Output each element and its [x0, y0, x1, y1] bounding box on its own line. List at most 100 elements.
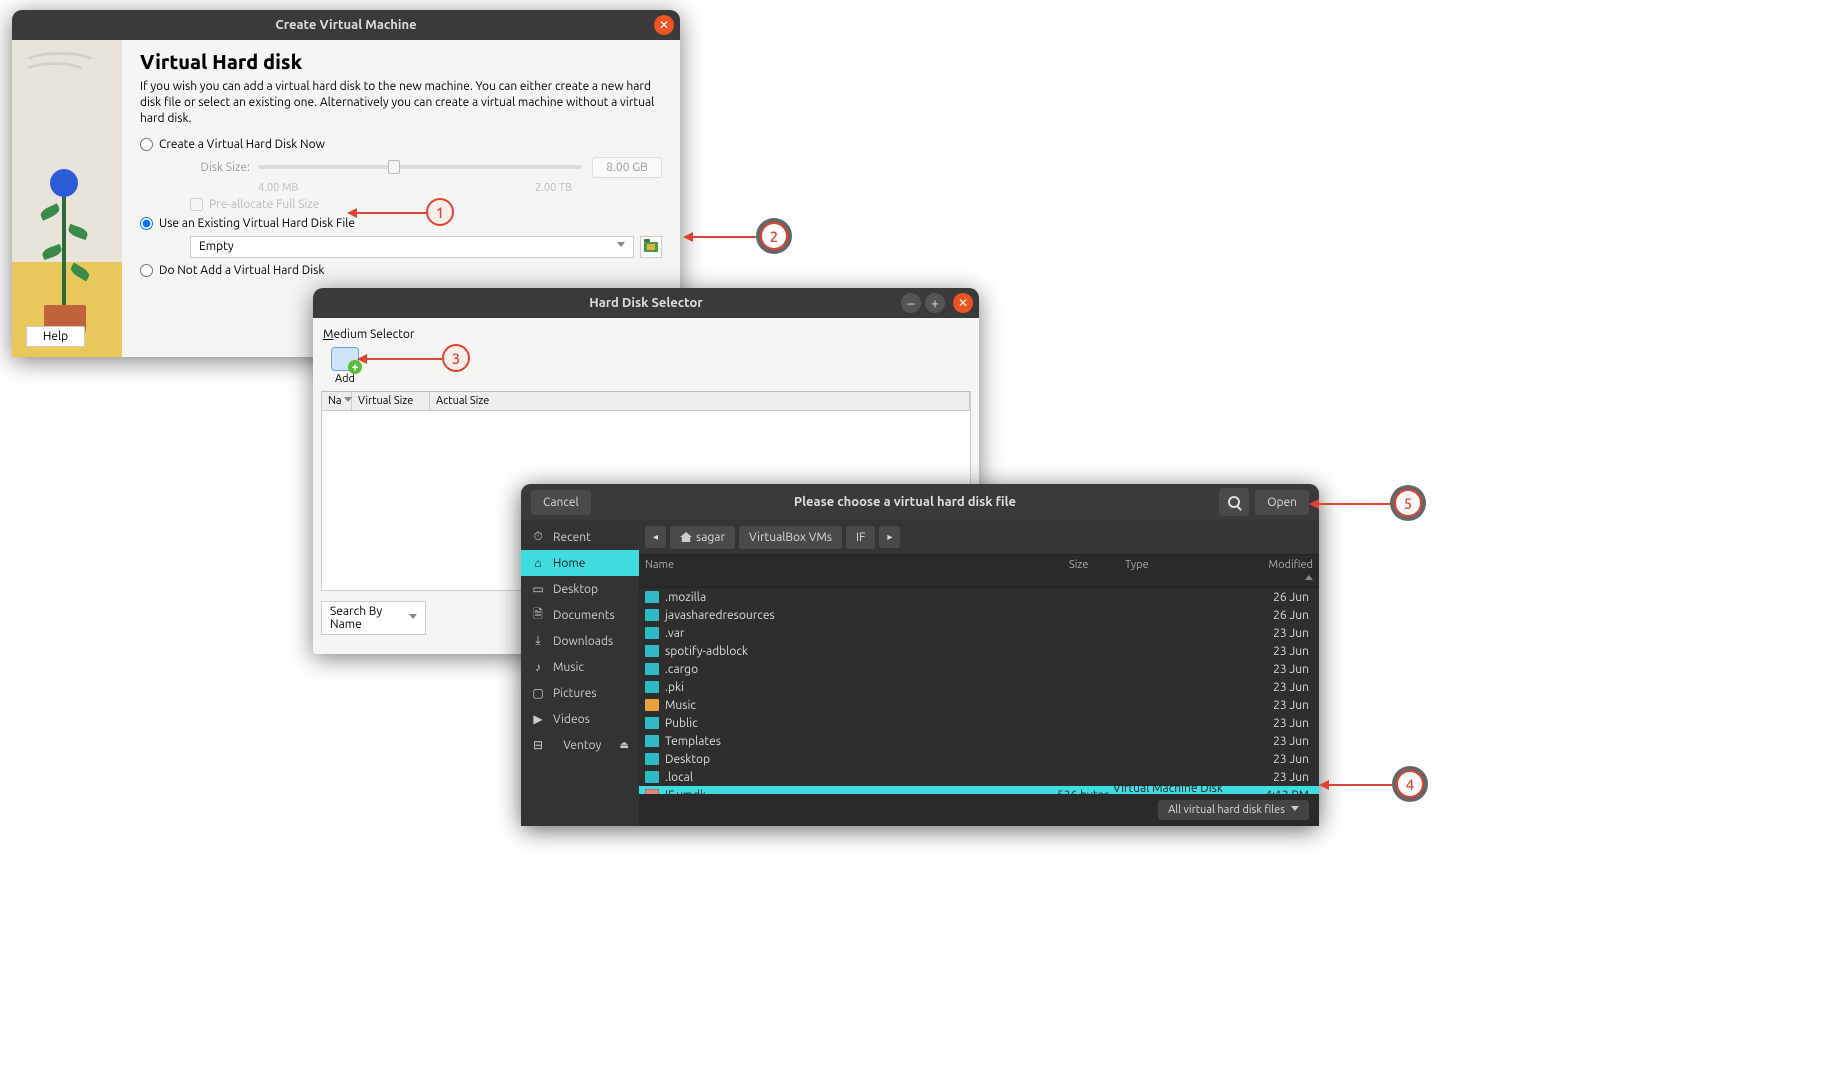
- file-row[interactable]: .mozilla26 Jun: [639, 588, 1319, 606]
- crumb-folder[interactable]: VirtualBox VMs: [739, 526, 842, 549]
- folder-icon: [644, 242, 658, 252]
- file-name: .cargo: [665, 663, 1057, 676]
- add-label: Add: [335, 373, 355, 385]
- file-row[interactable]: .pki23 Jun: [639, 678, 1319, 696]
- close-icon[interactable]: ✕: [953, 293, 973, 313]
- file-type: Virtual Machine Disk Format: [1113, 782, 1253, 794]
- window-title: Hard Disk Selector: [313, 296, 979, 310]
- sidebar-item-documents[interactable]: 🗎Documents: [521, 602, 639, 628]
- radio-use-existing[interactable]: Use an Existing Virtual Hard Disk File: [140, 217, 662, 230]
- crumb-back[interactable]: ◂: [645, 526, 666, 548]
- file-row[interactable]: IF.vmdk536 bytesVirtual Machine Disk For…: [639, 786, 1319, 794]
- radio-input[interactable]: [140, 217, 153, 230]
- file-row[interactable]: .var 23 Jun: [639, 624, 1319, 642]
- place-icon: ⊟: [531, 738, 545, 752]
- sidebar-item-home[interactable]: ⌂ Home: [521, 550, 639, 576]
- col-actual-size[interactable]: Actual Size: [430, 392, 970, 410]
- browse-disk-button[interactable]: [640, 236, 662, 258]
- radio-label: Create a Virtual Hard Disk Now: [159, 138, 325, 151]
- slider-range-labels: 4.00 MB 2.00 TB: [258, 182, 572, 194]
- sidebar-item-desktop[interactable]: ▭Desktop: [521, 576, 639, 602]
- preallocate-checkbox[interactable]: Pre-allocate Full Size: [190, 198, 662, 211]
- radio-input[interactable]: [140, 264, 153, 277]
- crumb-forward[interactable]: ▸: [879, 526, 900, 548]
- col-type[interactable]: Type: [1119, 555, 1259, 587]
- disk-size-value[interactable]: 8.00 GB: [592, 157, 662, 178]
- help-button[interactable]: Help: [26, 326, 85, 347]
- eject-icon[interactable]: ⏏: [620, 739, 629, 751]
- open-button[interactable]: Open: [1255, 490, 1309, 515]
- file-row[interactable]: spotify-adblock23 Jun: [639, 642, 1319, 660]
- folder-icon: [645, 591, 659, 603]
- sidebar-item-recent[interactable]: ⏱Recent: [521, 524, 639, 550]
- file-name: javasharedresources: [665, 609, 1057, 622]
- file-name: Desktop: [665, 753, 1057, 766]
- file-row[interactable]: javasharedresources26 Jun: [639, 606, 1319, 624]
- search-label: Search By Name: [330, 605, 409, 631]
- col-name[interactable]: Name: [639, 555, 1063, 587]
- file-name: Templates: [665, 735, 1057, 748]
- file-modified: 23 Jun: [1253, 645, 1313, 658]
- add-disk-button[interactable]: Add: [325, 347, 365, 385]
- maximize-icon[interactable]: +: [925, 293, 945, 313]
- radio-no-disk[interactable]: Do Not Add a Virtual Hard Disk: [140, 264, 662, 277]
- disk-size-row: Disk Size: 8.00 GB: [190, 157, 662, 178]
- disk-size-slider[interactable]: [258, 165, 582, 169]
- file-list[interactable]: .mozilla26 Junjavasharedresources26 Jun.…: [639, 588, 1319, 794]
- sidebar-item-pictures[interactable]: ▢Pictures: [521, 680, 639, 706]
- place-icon: ♪: [531, 660, 545, 674]
- col-name[interactable]: Na: [322, 392, 352, 410]
- places-sidebar: ⏱Recent ⌂ Home ▭Desktop🗎Documents⤓Downloads…: [521, 520, 639, 826]
- minimize-icon[interactable]: –: [901, 293, 921, 313]
- checkbox-label: Pre-allocate Full Size: [209, 198, 319, 211]
- sidebar-item-label: Desktop: [553, 583, 598, 596]
- file-modified: 23 Jun: [1253, 771, 1313, 784]
- folder-icon: [645, 645, 659, 657]
- titlebar: Hard Disk Selector – + ✕: [313, 288, 979, 318]
- file-row[interactable]: Music23 Jun: [639, 696, 1319, 714]
- col-size[interactable]: Size: [1063, 555, 1119, 587]
- sidebar-item-downloads[interactable]: ⤓Downloads: [521, 628, 639, 654]
- file-modified: 23 Jun: [1253, 699, 1313, 712]
- annotation-4: 4: [1396, 770, 1424, 798]
- disk-size-label: Disk Size:: [190, 161, 250, 174]
- file-type-filter[interactable]: All virtual hard disk files: [1158, 800, 1309, 820]
- home-icon: [680, 532, 692, 542]
- crumb-folder[interactable]: IF: [846, 526, 875, 549]
- sidebar-item-label: Ventoy: [563, 739, 601, 752]
- sidebar-item-music[interactable]: ♪ Music: [521, 654, 639, 680]
- radio-create-new[interactable]: Create a Virtual Hard Disk Now: [140, 138, 662, 151]
- folder-icon: [645, 627, 659, 639]
- file-name: Public: [665, 717, 1057, 730]
- file-row[interactable]: Desktop23 Jun: [639, 750, 1319, 768]
- col-virtual-size[interactable]: Virtual Size: [352, 392, 430, 410]
- file-modified: 23 Jun: [1253, 627, 1313, 640]
- file-row[interactable]: Templates23 Jun: [639, 732, 1319, 750]
- folder-icon: [645, 663, 659, 675]
- file-name: .var: [665, 627, 1057, 640]
- file-modified: 23 Jun: [1253, 717, 1313, 730]
- dialog-title: Please choose a virtual hard disk file: [591, 495, 1219, 509]
- file-name: .mozilla: [665, 591, 1057, 604]
- file-chooser-header: Cancel Please choose a virtual hard disk…: [521, 484, 1319, 520]
- radio-input[interactable]: [140, 138, 153, 151]
- chevron-down-icon: [617, 242, 625, 251]
- sidebar-item-label: Home: [553, 557, 585, 570]
- sidebar-item-videos[interactable]: ▶Videos: [521, 706, 639, 732]
- folder-icon: [645, 717, 659, 729]
- close-icon[interactable]: ✕: [654, 15, 674, 35]
- folder-icon: [645, 753, 659, 765]
- sidebar-item-ventoy[interactable]: ⊟ Ventoy ⏏: [521, 732, 639, 758]
- col-modified[interactable]: Modified: [1259, 555, 1319, 587]
- search-by-name-select[interactable]: Search By Name: [321, 601, 426, 635]
- file-row[interactable]: .cargo23 Jun: [639, 660, 1319, 678]
- search-button[interactable]: [1219, 488, 1249, 516]
- existing-disk-select[interactable]: Empty: [190, 236, 634, 258]
- select-value: Empty: [199, 240, 234, 253]
- place-icon: ⌂: [531, 556, 545, 570]
- cancel-button[interactable]: Cancel: [531, 490, 591, 515]
- file-row[interactable]: Public 23 Jun: [639, 714, 1319, 732]
- crumb-home[interactable]: sagar: [670, 526, 735, 549]
- sidebar-item-label: Music: [553, 661, 584, 674]
- sidebar-item-label: Downloads: [553, 635, 613, 648]
